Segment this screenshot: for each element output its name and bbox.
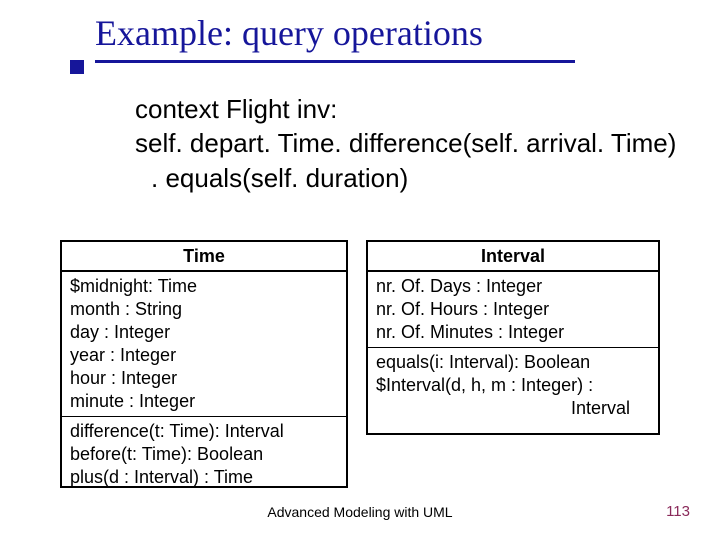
title-area: Example: query operations bbox=[95, 12, 575, 63]
uml-class-interval-ops: equals(i: Interval): Boolean $Interval(d… bbox=[368, 347, 658, 423]
body-text: context Flight inv: self. depart. Time. … bbox=[135, 92, 676, 195]
uml-attr: month : String bbox=[70, 298, 338, 321]
title-underline bbox=[95, 60, 575, 63]
page-number: 113 bbox=[666, 503, 690, 520]
uml-attr: $midnight: Time bbox=[70, 275, 338, 298]
body-line-2: self. depart. Time. difference(self. arr… bbox=[135, 126, 676, 160]
uml-class-time-attrs: $midnight: Time month : String day : Int… bbox=[62, 272, 346, 416]
uml-op: $Interval(d, h, m : Integer) : bbox=[376, 374, 650, 397]
uml-op: plus(d : Interval) : Time bbox=[70, 466, 338, 489]
footer-center: Advanced Modeling with UML bbox=[0, 504, 720, 520]
title-bullet-icon bbox=[70, 60, 84, 74]
uml-op: before(t: Time): Boolean bbox=[70, 443, 338, 466]
uml-op: equals(i: Interval): Boolean bbox=[376, 351, 650, 374]
uml-attr: minute : Integer bbox=[70, 390, 338, 413]
body-line-3: . equals(self. duration) bbox=[135, 161, 676, 195]
uml-op-return: Interval bbox=[376, 397, 650, 420]
uml-op: difference(t: Time): Interval bbox=[70, 420, 338, 443]
body-line-1: context Flight inv: bbox=[135, 94, 337, 124]
uml-attr: nr. Of. Minutes : Integer bbox=[376, 321, 650, 344]
uml-attr: hour : Integer bbox=[70, 367, 338, 390]
uml-class-time-name: Time bbox=[62, 242, 346, 272]
uml-attr: year : Integer bbox=[70, 344, 338, 367]
uml-class-time: Time $midnight: Time month : String day … bbox=[60, 240, 348, 488]
uml-class-interval-attrs: nr. Of. Days : Integer nr. Of. Hours : I… bbox=[368, 272, 658, 347]
slide: Example: query operations context Flight… bbox=[0, 0, 720, 540]
uml-attr: day : Integer bbox=[70, 321, 338, 344]
slide-title: Example: query operations bbox=[95, 12, 575, 54]
uml-attr: nr. Of. Days : Integer bbox=[376, 275, 650, 298]
uml-attr: nr. Of. Hours : Integer bbox=[376, 298, 650, 321]
uml-class-interval: Interval nr. Of. Days : Integer nr. Of. … bbox=[366, 240, 660, 435]
uml-class-time-ops: difference(t: Time): Interval before(t: … bbox=[62, 416, 346, 492]
uml-class-interval-name: Interval bbox=[368, 242, 658, 272]
uml-area: Time $midnight: Time month : String day … bbox=[60, 240, 670, 490]
